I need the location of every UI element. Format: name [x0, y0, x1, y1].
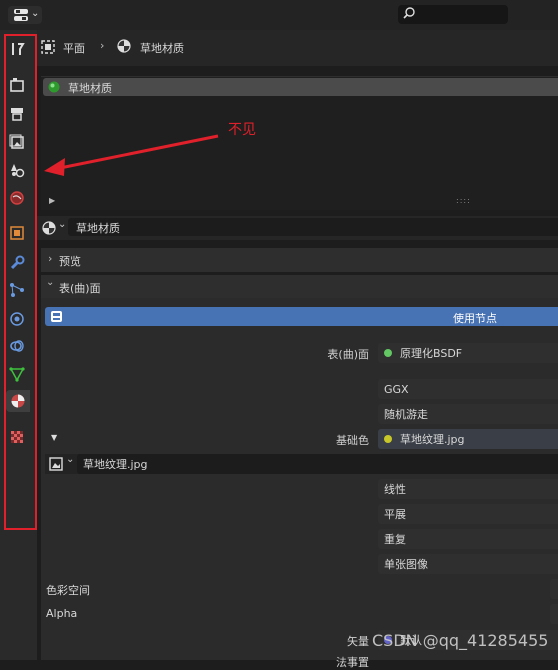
use-nodes-button[interactable]: 使用节点 — [45, 307, 558, 326]
breadcrumb-material[interactable]: 草地材质 — [140, 40, 184, 56]
chevron-down-icon: ⌄ — [58, 219, 67, 230]
highlight-box — [4, 34, 37, 530]
extension-dropdown[interactable]: 重复 — [378, 529, 558, 549]
projection-value: 平展 — [384, 508, 406, 521]
annotation-label: 不见 — [228, 122, 256, 138]
chevron-down-icon: ⌄ — [46, 277, 55, 288]
use-nodes-label: 使用节点 — [453, 312, 497, 325]
surface-label: 表(曲)面 — [327, 348, 369, 361]
expand-triangle-icon[interactable]: ▶ — [49, 196, 55, 205]
extension-value: 重复 — [384, 533, 406, 546]
base-color-field[interactable]: 草地纹理.jpg — [378, 429, 558, 449]
material-icon — [117, 39, 131, 56]
node-tree-icon — [50, 310, 63, 326]
projection-dropdown[interactable]: 平展 — [378, 504, 558, 524]
slot-label: 草地材质 — [68, 82, 112, 95]
vector-label: 矢量 — [347, 635, 369, 648]
panel-surface-header[interactable]: ⌄ 表(曲)面 — [41, 275, 558, 299]
subsurface-method-dropdown[interactable]: 随机游走 — [378, 404, 558, 424]
chevron-right-icon: › — [48, 252, 53, 265]
interpolation-dropdown[interactable]: 线性 — [378, 479, 558, 499]
surface-shader-field[interactable]: 原理化BSDF — [378, 343, 558, 363]
editor-type-button[interactable]: ⌄ — [8, 6, 42, 24]
color-space-dropdown[interactable] — [550, 579, 558, 599]
color-socket-icon — [384, 435, 392, 443]
panel-surface-title: 表(曲)面 — [59, 282, 101, 295]
image-name-value: 草地纹理.jpg — [83, 458, 148, 471]
interpolation-value: 线性 — [384, 483, 406, 496]
alpha-dropdown[interactable] — [550, 604, 558, 624]
material-sphere-icon — [48, 81, 60, 96]
annotation-arrow — [44, 134, 219, 176]
search-icon — [403, 7, 415, 22]
search-input[interactable] — [398, 5, 508, 24]
material-name-text: 草地材质 — [76, 222, 120, 235]
base-color-value: 草地纹理.jpg — [400, 433, 465, 446]
image-browse-icon[interactable] — [49, 457, 63, 474]
properties-editor-icon — [14, 9, 28, 24]
distribution-dropdown[interactable]: GGX — [378, 379, 558, 399]
alpha-label: Alpha — [46, 607, 78, 620]
panel-preview-header[interactable]: › 预览 — [41, 248, 558, 272]
subsurface-method-value: 随机游走 — [384, 408, 428, 421]
watermark: CSDN @qq_41285455 — [372, 631, 549, 650]
collapse-triangle-icon[interactable]: ▼ — [51, 433, 57, 442]
breadcrumb: 平面 › 草地材质 — [37, 30, 558, 66]
base-color-label: 基础色 — [336, 434, 369, 447]
breadcrumb-object[interactable]: 平面 — [63, 40, 85, 56]
list-item[interactable]: 草地材质 — [43, 78, 558, 96]
shader-socket-icon — [384, 349, 392, 357]
resize-grip-icon[interactable]: :::: — [456, 196, 471, 205]
material-name-field[interactable]: 草地材质 — [68, 218, 558, 236]
next-row-label: 法事置 — [336, 656, 369, 669]
image-name-field[interactable]: 草地纹理.jpg — [77, 454, 558, 474]
source-value: 单张图像 — [384, 558, 428, 571]
browse-material-icon[interactable] — [42, 221, 56, 238]
plane-object-icon — [41, 40, 55, 57]
distribution-value: GGX — [384, 382, 409, 396]
surface-shader-value: 原理化BSDF — [400, 347, 463, 360]
panel-preview-title: 预览 — [59, 255, 81, 268]
chevron-down-icon: ⌄ — [31, 8, 40, 19]
source-dropdown[interactable]: 单张图像 — [378, 554, 558, 574]
chevron-right-icon: › — [100, 39, 105, 52]
chevron-down-icon: ⌄ — [66, 454, 75, 465]
color-space-label: 色彩空间 — [46, 584, 90, 597]
